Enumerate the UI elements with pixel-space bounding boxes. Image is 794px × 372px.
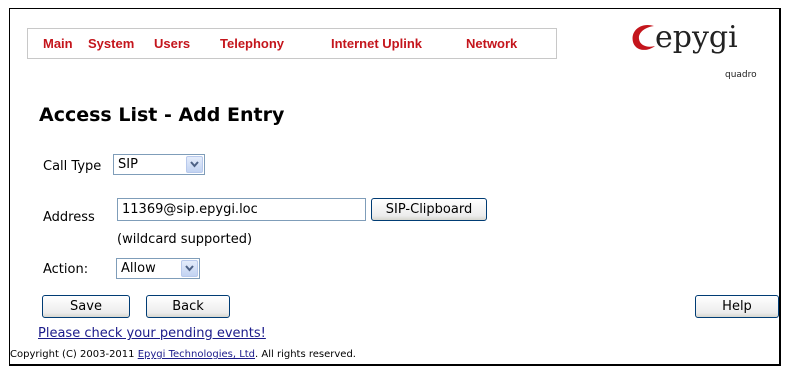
action-value: Allow [121, 261, 156, 276]
action-label: Action: [43, 262, 89, 277]
menu-item-telephony[interactable]: Telephony [220, 29, 284, 58]
menu-item-users[interactable]: Users [154, 29, 190, 58]
call-type-label: Call Type [43, 159, 102, 174]
logo-wordmark: epygi [655, 20, 738, 55]
menu-item-main[interactable]: Main [43, 29, 73, 58]
logo-subtitle: quadro [725, 70, 757, 80]
copyright-line: Copyright (C) 2003-2011 Epygi Technologi… [10, 349, 356, 360]
address-label: Address [43, 210, 95, 225]
address-hint: (wildcard supported) [117, 232, 253, 247]
sip-clipboard-button[interactable]: SIP-Clipboard [371, 198, 487, 221]
save-button[interactable]: Save [42, 295, 130, 318]
menu-item-network[interactable]: Network [466, 29, 517, 58]
main-menu-bar: Main System Users Telephony Internet Upl… [27, 28, 557, 59]
chevron-down-icon[interactable] [181, 260, 198, 277]
chevron-down-icon[interactable] [186, 156, 203, 173]
company-link[interactable]: Epygi Technologies, Ltd [138, 349, 255, 360]
menu-item-internet-uplink[interactable]: Internet Uplink [331, 29, 422, 58]
copyright-suffix: . All rights reserved. [255, 349, 356, 360]
back-button[interactable]: Back [146, 295, 230, 318]
help-button[interactable]: Help [695, 295, 779, 318]
menu-item-system[interactable]: System [88, 29, 134, 58]
call-type-value: SIP [118, 157, 138, 172]
pending-events-link[interactable]: Please check your pending events! [38, 326, 266, 341]
copyright-prefix: Copyright (C) 2003-2011 [10, 349, 138, 360]
epygi-logo: epygi quadro [628, 20, 757, 80]
action-select[interactable]: Allow [116, 258, 200, 279]
page-title: Access List - Add Entry [39, 104, 285, 126]
address-input[interactable]: 11369@sip.epygi.loc [117, 198, 366, 221]
call-type-select[interactable]: SIP [113, 154, 205, 175]
